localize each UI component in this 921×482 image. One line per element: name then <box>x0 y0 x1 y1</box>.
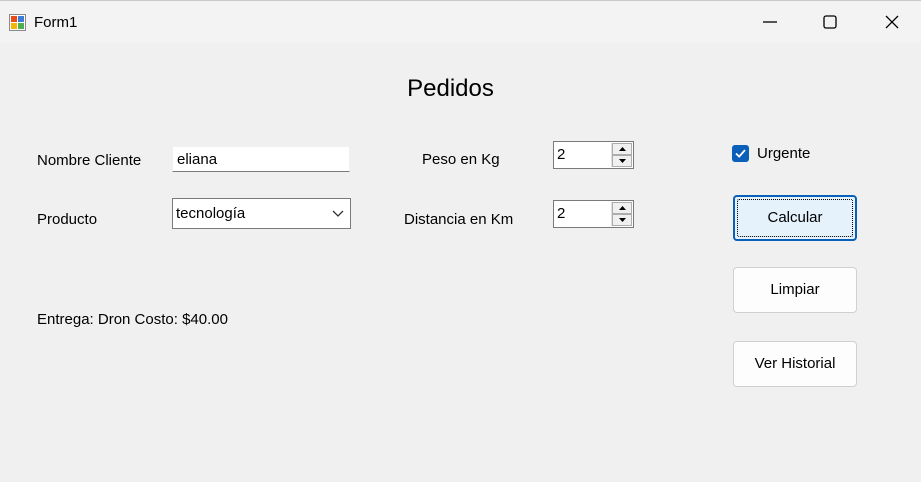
arrow-down-icon <box>619 218 626 222</box>
checkmark-icon <box>735 149 746 158</box>
maximize-icon <box>823 15 837 29</box>
window-title: Form1 <box>34 14 78 31</box>
ver-historial-button-label: Ver Historial <box>754 355 836 372</box>
distancia-value: 2 <box>557 205 566 222</box>
peso-increment-button[interactable] <box>612 143 632 155</box>
close-icon <box>885 15 899 29</box>
arrow-up-icon <box>619 206 626 210</box>
maximize-button[interactable] <box>800 1 860 43</box>
title-bar[interactable]: Form1 <box>0 1 921 43</box>
producto-dropdown[interactable]: tecnología <box>172 198 351 229</box>
distancia-stepper[interactable]: 2 <box>553 200 634 228</box>
minimize-button[interactable] <box>740 1 800 43</box>
calcular-button[interactable]: Calcular <box>733 195 857 241</box>
distancia-decrement-button[interactable] <box>612 214 632 226</box>
nombre-cliente-label: Nombre Cliente <box>37 152 142 169</box>
peso-value: 2 <box>557 146 566 163</box>
peso-label: Peso en Kg <box>422 151 500 168</box>
chevron-down-icon <box>332 210 344 217</box>
urgente-label[interactable]: Urgente <box>757 145 810 162</box>
close-button[interactable] <box>862 1 921 43</box>
limpiar-button-label: Limpiar <box>770 281 820 298</box>
result-label: Entrega: Dron Costo: $40.00 <box>37 311 228 328</box>
distancia-label: Distancia en Km <box>404 211 514 228</box>
winforms-app-icon <box>9 14 26 31</box>
producto-label: Producto <box>37 211 98 228</box>
nombre-cliente-input[interactable]: eliana <box>172 146 350 172</box>
arrow-up-icon <box>619 147 626 151</box>
nombre-cliente-value: eliana <box>177 151 218 168</box>
minimize-icon <box>763 21 777 23</box>
urgente-checkbox[interactable] <box>732 145 749 162</box>
producto-selected-value: tecnología <box>176 205 246 222</box>
ver-historial-button[interactable]: Ver Historial <box>733 341 857 387</box>
form-heading: Pedidos <box>407 75 494 102</box>
peso-stepper[interactable]: 2 <box>553 141 634 169</box>
arrow-down-icon <box>619 159 626 163</box>
form-window: Form1 Pedidos Nombre Cliente eliana Prod… <box>0 0 921 482</box>
peso-decrement-button[interactable] <box>612 155 632 167</box>
limpiar-button[interactable]: Limpiar <box>733 267 857 313</box>
focus-rectangle <box>737 199 853 237</box>
distancia-increment-button[interactable] <box>612 202 632 214</box>
